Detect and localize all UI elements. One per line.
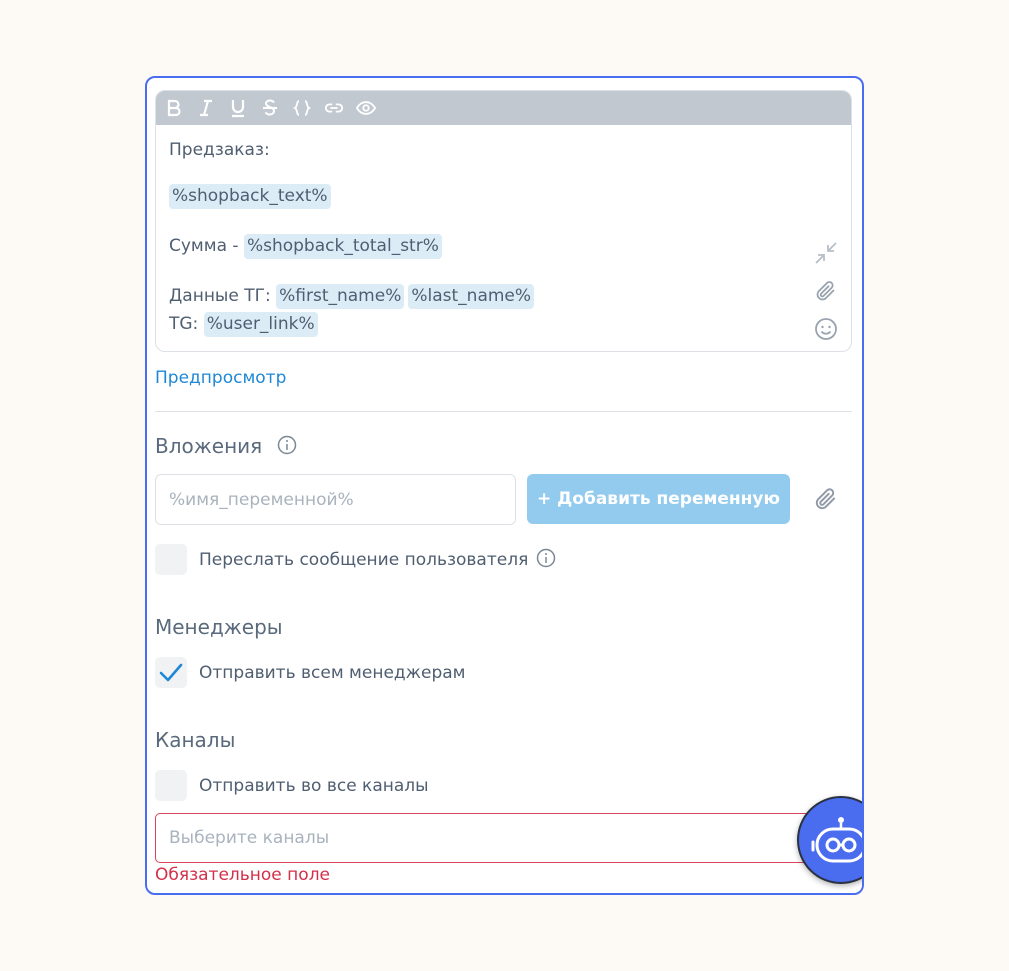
send-all-managers-label: Отправить всем менеджерам — [199, 662, 466, 683]
italic-icon[interactable] — [196, 97, 216, 119]
variable-chip[interactable]: %first_name% — [276, 283, 405, 309]
bold-icon[interactable] — [164, 97, 184, 119]
editor-toolbar — [156, 91, 851, 125]
forward-message-label: Переслать сообщение пользователя — [199, 549, 529, 570]
paperclip-icon[interactable] — [813, 272, 839, 310]
channels-title: Каналы — [155, 728, 236, 752]
managers-title: Менеджеры — [155, 615, 283, 639]
variable-chip[interactable]: %user_link% — [203, 311, 318, 337]
preorder-text: Предзаказ: — [169, 140, 270, 160]
text-line: %shopback_text% — [169, 182, 791, 210]
send-all-channels-label: Отправить во все каналы — [199, 775, 429, 796]
attachments-title: Вложения — [155, 434, 297, 460]
emoji-icon[interactable] — [813, 310, 839, 348]
variable-chip[interactable]: %last_name% — [408, 283, 535, 309]
eye-icon[interactable] — [356, 97, 376, 119]
tg-data-label: Данные ТГ: — [169, 286, 271, 306]
info-icon[interactable] — [536, 548, 556, 572]
code-icon[interactable] — [292, 97, 312, 119]
tg-label: TG: — [169, 314, 199, 334]
text-line: Данные ТГ: %first_name% %last_name% — [169, 282, 791, 310]
required-field-error: Обязательное поле — [155, 865, 331, 885]
forward-message-row: Переслать сообщение пользователя — [155, 544, 556, 575]
collapse-icon[interactable] — [813, 234, 839, 272]
send-all-managers-row: Отправить всем менеджерам — [155, 657, 465, 688]
divider — [155, 411, 852, 412]
forward-message-checkbox[interactable] — [155, 544, 187, 575]
attach-file-icon[interactable] — [813, 486, 839, 516]
variable-chip[interactable]: %shopback_text% — [169, 183, 331, 209]
editor-side-tools — [813, 234, 839, 348]
assistant-bot-button[interactable] — [797, 796, 862, 884]
robot-icon — [811, 817, 862, 863]
message-settings-card: Предзаказ: %shopback_text% Сумма - %shop… — [145, 76, 864, 895]
text-line: Сумма - %shopback_total_str% — [169, 232, 791, 260]
send-all-channels-checkbox[interactable] — [155, 770, 187, 801]
text-line: TG: %user_link% — [169, 310, 791, 338]
text-line: Предзаказ: — [169, 136, 791, 164]
preview-link[interactable]: Предпросмотр — [155, 368, 286, 388]
sum-label: Сумма - — [169, 236, 239, 256]
link-icon[interactable] — [324, 97, 344, 119]
strikethrough-icon[interactable] — [260, 97, 280, 119]
editor-content[interactable]: Предзаказ: %shopback_text% Сумма - %shop… — [169, 136, 791, 338]
variable-name-input[interactable] — [155, 474, 516, 525]
send-all-channels-row: Отправить во все каналы — [155, 770, 429, 801]
checkmark-icon — [159, 663, 183, 681]
send-all-managers-checkbox[interactable] — [155, 657, 187, 688]
message-editor: Предзаказ: %shopback_text% Сумма - %shop… — [155, 90, 852, 352]
channels-select[interactable]: Выберите каналы — [155, 813, 852, 863]
add-variable-button[interactable]: + Добавить переменную — [527, 474, 790, 524]
underline-icon[interactable] — [228, 97, 248, 119]
info-icon[interactable] — [277, 435, 297, 460]
variable-chip[interactable]: %shopback_total_str% — [243, 233, 442, 259]
